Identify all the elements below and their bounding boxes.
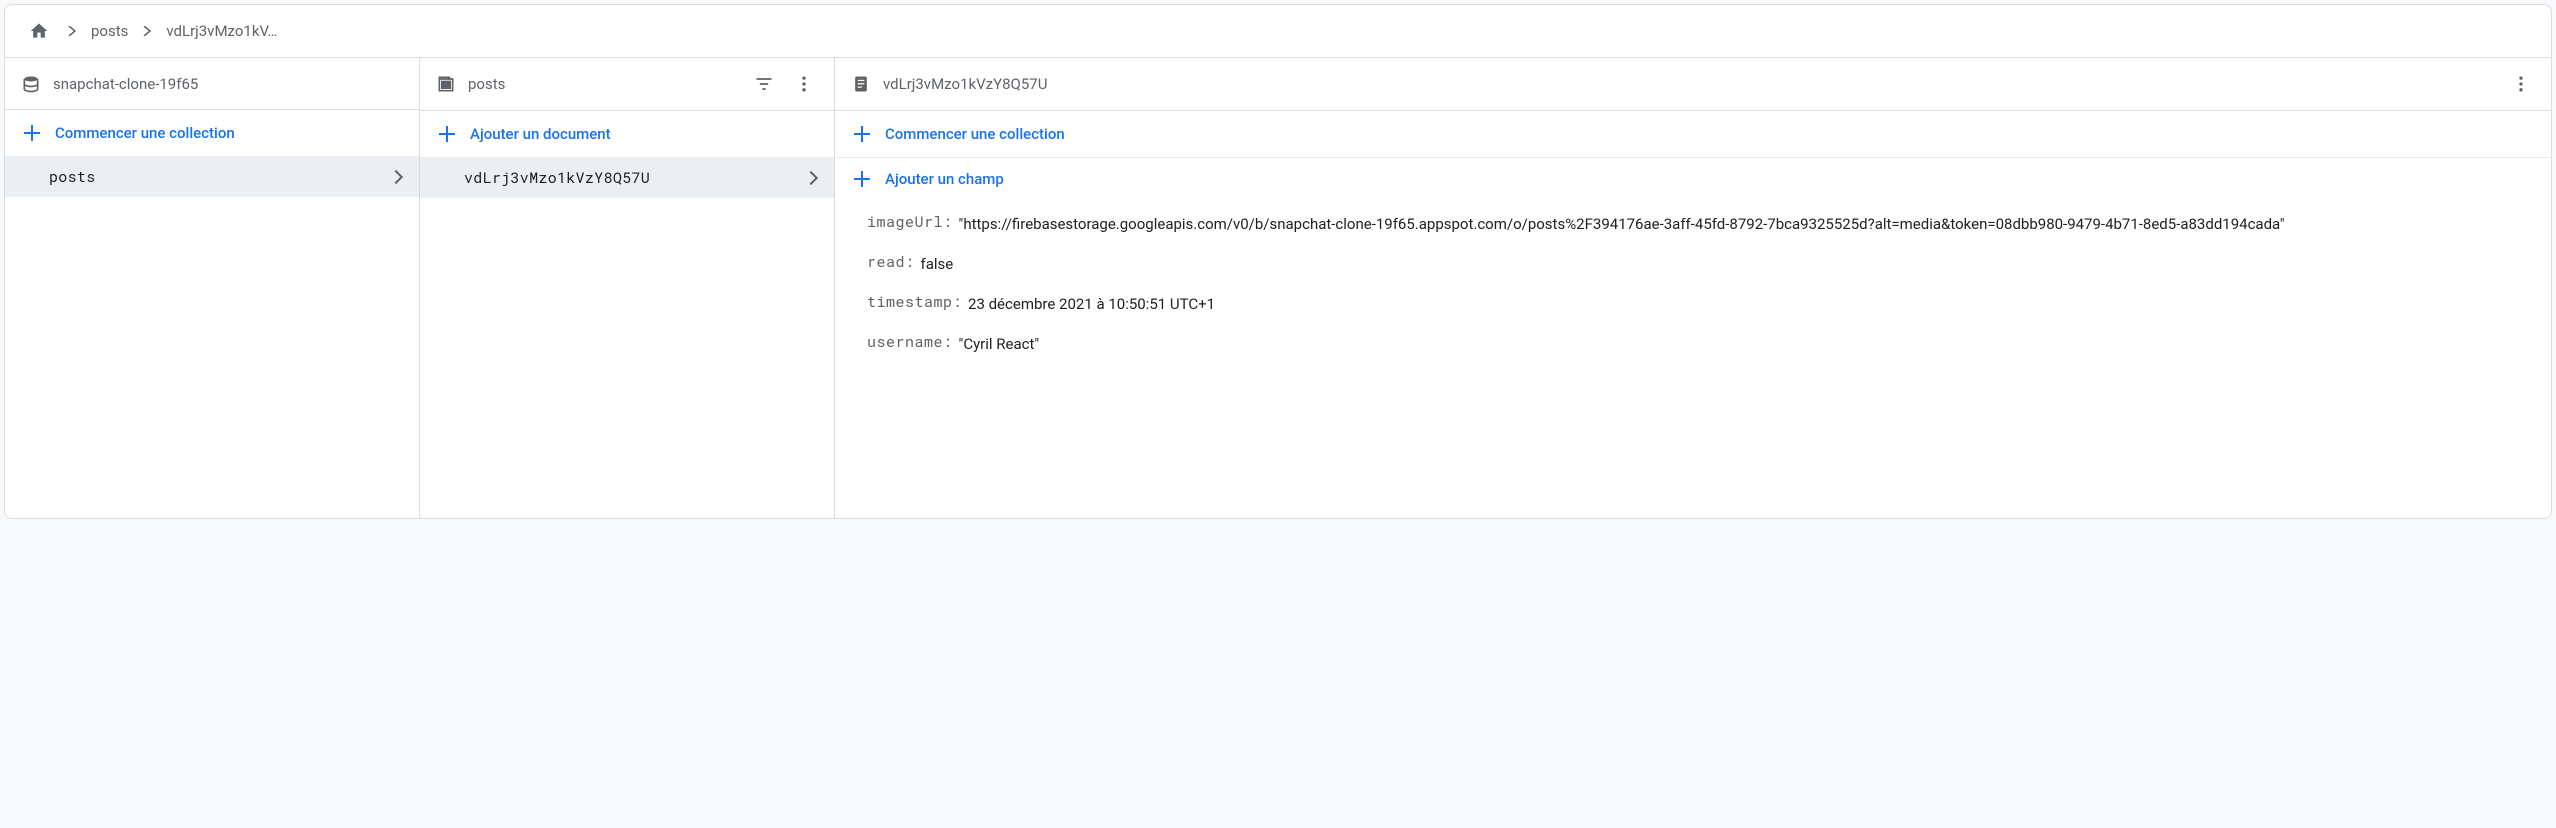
plus-icon bbox=[438, 125, 456, 143]
filter-icon[interactable] bbox=[750, 70, 778, 98]
more-vert-icon[interactable] bbox=[790, 70, 818, 98]
field-value: "https://firebasestorage.googleapis.com/… bbox=[959, 212, 2285, 236]
field-row[interactable]: timestamp: 23 décembre 2021 à 10:50:51 U… bbox=[867, 284, 2533, 324]
field-key: read: bbox=[867, 252, 915, 276]
plus-icon bbox=[853, 125, 871, 143]
collection-icon bbox=[436, 74, 456, 94]
breadcrumb-item[interactable]: posts bbox=[91, 22, 128, 40]
field-list: imageUrl: "https://firebasestorage.googl… bbox=[835, 200, 2551, 382]
field-row[interactable]: imageUrl: "https://firebasestorage.googl… bbox=[867, 204, 2533, 244]
collection-header: posts bbox=[420, 58, 834, 111]
breadcrumb: posts vdLrj3vMzo1kV… bbox=[5, 5, 2551, 58]
chevron-right-icon bbox=[389, 170, 403, 184]
document-icon bbox=[851, 74, 871, 94]
breadcrumb-item[interactable]: vdLrj3vMzo1kV… bbox=[166, 22, 277, 40]
start-subcollection-button[interactable]: Commencer une collection bbox=[835, 111, 2551, 158]
database-icon bbox=[21, 74, 41, 94]
project-title: snapchat-clone-19f65 bbox=[53, 75, 403, 93]
list-item-label: vdLrj3vMzo1kVzY8Q57U bbox=[464, 168, 806, 188]
document-list-item[interactable]: vdLrj3vMzo1kVzY8Q57U bbox=[420, 158, 834, 198]
action-label: Commencer une collection bbox=[885, 125, 1065, 143]
field-value: "Cyril React" bbox=[959, 332, 1040, 356]
field-value: 23 décembre 2021 à 10:50:51 UTC+1 bbox=[968, 292, 1215, 316]
collection-column: posts Ajouter un document vdLrj3vMzo1kVz… bbox=[420, 58, 835, 518]
field-value: false bbox=[921, 252, 954, 276]
field-key: timestamp: bbox=[867, 292, 962, 316]
more-vert-icon[interactable] bbox=[2507, 70, 2535, 98]
document-header: vdLrj3vMzo1kVzY8Q57U bbox=[835, 58, 2551, 111]
list-item-label: posts bbox=[49, 167, 391, 187]
add-document-button[interactable]: Ajouter un document bbox=[420, 111, 834, 158]
field-row[interactable]: username: "Cyril React" bbox=[867, 324, 2533, 364]
collection-list-item[interactable]: posts bbox=[5, 157, 419, 197]
action-label: Ajouter un document bbox=[470, 125, 611, 143]
document-title: vdLrj3vMzo1kVzY8Q57U bbox=[883, 75, 2495, 93]
field-key: username: bbox=[867, 332, 953, 356]
chevron-right-icon bbox=[142, 26, 152, 36]
home-icon[interactable] bbox=[25, 17, 53, 45]
add-field-button[interactable]: Ajouter un champ bbox=[835, 158, 2551, 200]
field-row[interactable]: read: false bbox=[867, 244, 2533, 284]
plus-icon bbox=[23, 124, 41, 142]
project-column: snapchat-clone-19f65 Commencer une colle… bbox=[5, 58, 420, 518]
document-column: vdLrj3vMzo1kVzY8Q57U Commencer une colle… bbox=[835, 58, 2551, 518]
plus-icon bbox=[853, 170, 871, 188]
start-collection-button[interactable]: Commencer une collection bbox=[5, 110, 419, 157]
project-header: snapchat-clone-19f65 bbox=[5, 58, 419, 110]
collection-title: posts bbox=[468, 75, 738, 93]
action-label: Ajouter un champ bbox=[885, 170, 1004, 188]
chevron-right-icon bbox=[804, 171, 818, 185]
chevron-right-icon bbox=[67, 26, 77, 36]
action-label: Commencer une collection bbox=[55, 124, 235, 142]
field-key: imageUrl: bbox=[867, 212, 953, 236]
